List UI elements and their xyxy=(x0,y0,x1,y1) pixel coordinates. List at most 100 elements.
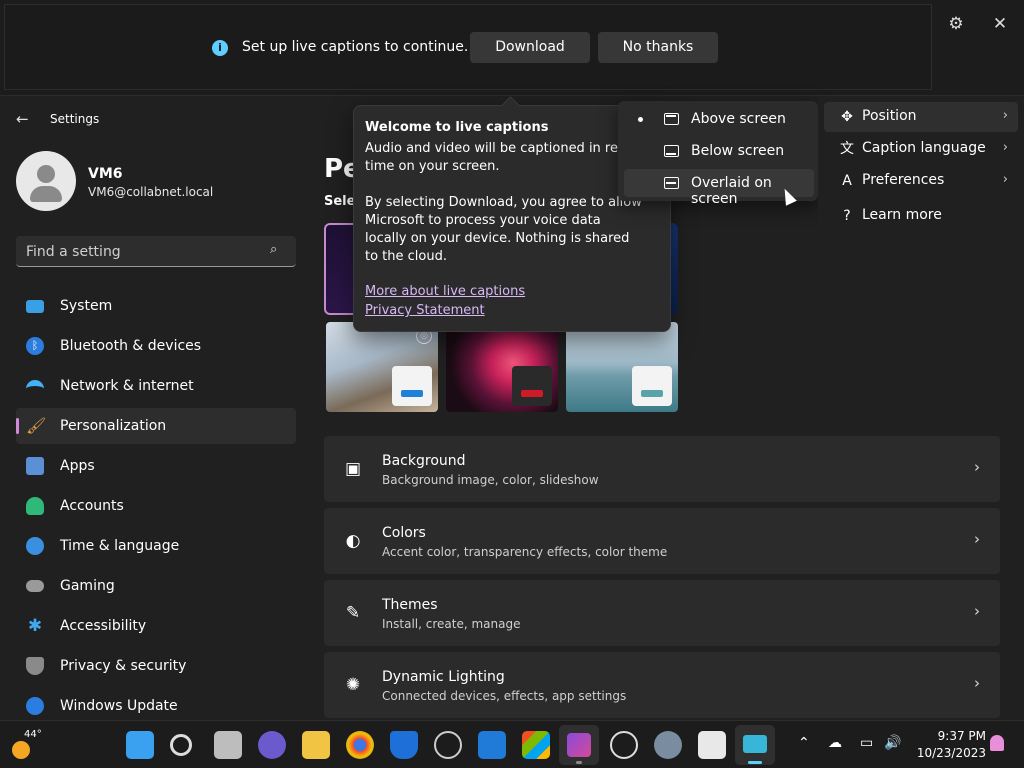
selected-dot-icon xyxy=(638,117,643,122)
background-setting-card[interactable]: ▣ Background Background image, color, sl… xyxy=(324,436,1000,502)
info-icon: i xyxy=(212,40,228,56)
help-icon: ? xyxy=(843,208,851,224)
chevron-right-icon: › xyxy=(1002,108,1008,123)
sidebar-item-label: Privacy & security xyxy=(60,658,187,674)
accessibility-icon: ✱ xyxy=(27,616,43,636)
sidebar-nav: System ᛒ Bluetooth & devices Network & i… xyxy=(16,288,296,728)
clipchamp-icon xyxy=(567,733,591,757)
popup-text-line: By selecting Download, you agree to allo… xyxy=(365,195,642,210)
search-box[interactable]: ⌕ xyxy=(16,236,296,267)
notification-bell-icon[interactable] xyxy=(990,735,1004,751)
chevron-right-icon: › xyxy=(1002,140,1008,155)
theme-swatch xyxy=(512,366,552,406)
more-about-live-captions-link[interactable]: More about live captions xyxy=(365,284,525,299)
clock-date[interactable]: 10/23/2023 xyxy=(910,746,986,760)
moon-icon xyxy=(12,741,30,759)
close-icon[interactable]: ✕ xyxy=(988,12,1012,36)
sidebar-item-bluetooth[interactable]: ᛒ Bluetooth & devices xyxy=(16,328,296,364)
colors-setting-card[interactable]: ◐ Colors Accent color, transparency effe… xyxy=(324,508,1000,574)
sidebar-item-system[interactable]: System xyxy=(16,288,296,324)
search-icon[interactable] xyxy=(170,734,192,756)
video-editor-icon[interactable] xyxy=(478,731,506,759)
search-input[interactable] xyxy=(26,242,256,262)
sidebar-item-time-language[interactable]: Time & language xyxy=(16,528,296,564)
menu-item-position[interactable]: ✥ Position › xyxy=(824,102,1018,132)
popup-text-line: Microsoft to process your voice data xyxy=(365,213,601,228)
theme-swatch xyxy=(392,366,432,406)
clock-time[interactable]: 9:37 PM xyxy=(930,729,986,743)
clipchamp-app-button[interactable] xyxy=(559,725,599,765)
search-icon[interactable]: ⌕ xyxy=(270,242,277,257)
theme-thumbnail-lake[interactable] xyxy=(566,322,678,412)
wifi-icon xyxy=(26,380,44,392)
themes-setting-card[interactable]: ✎ Themes Install, create, manage › xyxy=(324,580,1000,646)
sidebar-item-network[interactable]: Network & internet xyxy=(16,368,296,404)
clock-globe-icon xyxy=(26,537,44,555)
sidebar-item-label: Gaming xyxy=(60,578,115,594)
sidebar-item-accessibility[interactable]: ✱ Accessibility xyxy=(16,608,296,644)
store-icon[interactable] xyxy=(522,731,550,759)
weather-widget[interactable]: 44° xyxy=(10,729,46,761)
popup-text-line: Audio and video will be captioned in rea… xyxy=(365,141,630,156)
popup-text-line: to the cloud. xyxy=(365,249,447,264)
network-icon[interactable]: ▭ xyxy=(860,735,873,751)
chrome-icon[interactable] xyxy=(346,731,374,759)
sidebar-item-privacy[interactable]: Privacy & security xyxy=(16,648,296,684)
palette-icon: ◐ xyxy=(345,531,361,551)
file-explorer-icon[interactable] xyxy=(302,731,330,759)
running-indicator xyxy=(748,761,762,764)
menu-item-label: Position xyxy=(862,108,917,124)
shield-icon xyxy=(26,657,44,675)
defender-shield-icon[interactable] xyxy=(390,731,418,759)
sidebar-item-gaming[interactable]: Gaming xyxy=(16,568,296,604)
menu-item-preferences[interactable]: A Preferences › xyxy=(824,166,1018,196)
obs-icon[interactable] xyxy=(434,731,462,759)
chevron-up-icon[interactable]: ⌃ xyxy=(798,735,810,751)
sidebar-item-personalization[interactable]: 🖌 Personalization xyxy=(16,408,296,444)
solitaire-icon[interactable] xyxy=(698,731,726,759)
image-icon: ▣ xyxy=(344,459,362,479)
card-title: Dynamic Lighting xyxy=(382,669,505,685)
privacy-statement-link[interactable]: Privacy Statement xyxy=(365,303,485,318)
position-below-screen[interactable]: Below screen xyxy=(624,137,814,165)
back-arrow-icon[interactable]: ← xyxy=(16,110,29,128)
sidebar-item-accounts[interactable]: Accounts xyxy=(16,488,296,524)
sidebar-item-label: Accounts xyxy=(60,498,124,514)
sidebar-item-label: Personalization xyxy=(60,418,167,434)
chevron-right-icon: › xyxy=(974,602,980,620)
chevron-right-icon: › xyxy=(974,458,980,476)
sidebar-item-apps[interactable]: Apps xyxy=(16,448,296,484)
settings-gear-app-icon[interactable] xyxy=(654,731,682,759)
update-icon xyxy=(26,697,44,715)
menu-item-caption-language[interactable]: 文 Caption language › xyxy=(824,134,1018,164)
chevron-right-icon: › xyxy=(1002,172,1008,187)
theme-thumbnail-spotlight[interactable]: ◎ xyxy=(326,322,438,412)
task-view-icon[interactable] xyxy=(214,731,242,759)
move-icon: ✥ xyxy=(841,109,853,125)
gear-icon[interactable]: ⚙ xyxy=(944,12,968,36)
live-captions-app-button[interactable] xyxy=(735,725,775,765)
dynamic-lighting-setting-card[interactable]: ✺ Dynamic Lighting Connected devices, ef… xyxy=(324,652,1000,718)
system-icon xyxy=(26,300,44,313)
position-above-screen[interactable]: Above screen xyxy=(624,105,814,133)
screen: i Set up live captions to continue. Down… xyxy=(0,0,1024,768)
volume-icon[interactable]: 🔊 xyxy=(884,735,901,751)
gamepad-icon xyxy=(26,580,44,592)
start-icon[interactable] xyxy=(126,731,154,759)
menu-item-learn-more[interactable]: ? Learn more xyxy=(824,201,1018,231)
sidebar-item-label: Accessibility xyxy=(60,618,147,634)
card-description: Accent color, transparency effects, colo… xyxy=(382,545,668,559)
submenu-item-label: Below screen xyxy=(691,143,785,159)
below-screen-icon xyxy=(664,145,679,157)
onedrive-cloud-icon[interactable]: ☁ xyxy=(828,735,842,751)
theme-thumbnail-glow[interactable] xyxy=(446,322,558,412)
sidebar-item-windows-update[interactable]: Windows Update xyxy=(16,688,296,724)
chat-icon[interactable] xyxy=(258,731,286,759)
apps-icon xyxy=(26,457,44,475)
above-screen-icon xyxy=(664,113,679,125)
avatar[interactable] xyxy=(16,151,76,211)
no-thanks-button[interactable]: No thanks xyxy=(598,32,718,63)
accounts-icon xyxy=(26,497,44,515)
media-player-icon[interactable] xyxy=(610,731,638,759)
download-button[interactable]: Download xyxy=(470,32,590,63)
